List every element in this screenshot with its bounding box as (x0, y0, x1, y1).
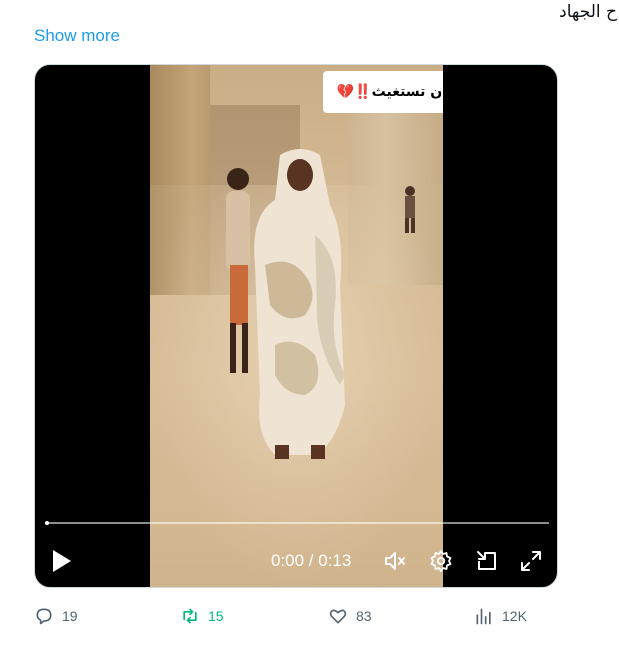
video-time: 0:00 / 0:13 (271, 551, 352, 570)
like-count: 83 (356, 608, 372, 624)
show-more-link[interactable]: Show more (34, 26, 120, 46)
retweet-icon (183, 608, 197, 624)
play-icon[interactable] (51, 548, 73, 574)
views-chart-icon (476, 608, 491, 625)
video-player[interactable]: السودان تستغيث ‼️💔 0:00 / 0:13 (34, 64, 558, 588)
tweet-action-bar: 19 15 83 12K (0, 600, 619, 636)
video-caption-text: السودان تستغيث (371, 84, 443, 100)
video-frame[interactable]: السودان تستغيث ‼️💔 (150, 65, 443, 587)
views-button[interactable]: 12K (474, 606, 527, 626)
tweet-text: ح الجهاد (559, 2, 617, 22)
reply-button[interactable]: 19 (34, 606, 78, 626)
heart-icon (329, 609, 347, 624)
reply-icon (36, 608, 52, 625)
reply-count: 19 (62, 608, 78, 624)
video-scene-distant-person (405, 186, 415, 233)
like-button[interactable]: 83 (328, 606, 372, 626)
retweet-button[interactable]: 15 (180, 606, 224, 626)
video-controls: 0:00 / 0:13 (35, 541, 557, 581)
fullscreen-icon[interactable] (519, 549, 543, 573)
video-caption-badge: السودان تستغيث ‼️💔 (323, 71, 443, 113)
views-count: 12K (502, 608, 527, 624)
gear-icon[interactable] (429, 549, 453, 573)
video-progress-handle[interactable] (45, 521, 49, 525)
video-scene-woman (254, 149, 345, 459)
tweet-page: ح الجهاد Show more ن تستغيث ‼️💔 0:00 / 0… (0, 0, 619, 647)
retweet-count: 15 (208, 608, 224, 624)
volume-muted-icon[interactable] (383, 549, 407, 573)
video-progress-bar[interactable] (45, 521, 549, 525)
broken-heart-icon: ‼️💔 (336, 84, 372, 100)
picture-in-picture-icon[interactable] (475, 549, 499, 573)
